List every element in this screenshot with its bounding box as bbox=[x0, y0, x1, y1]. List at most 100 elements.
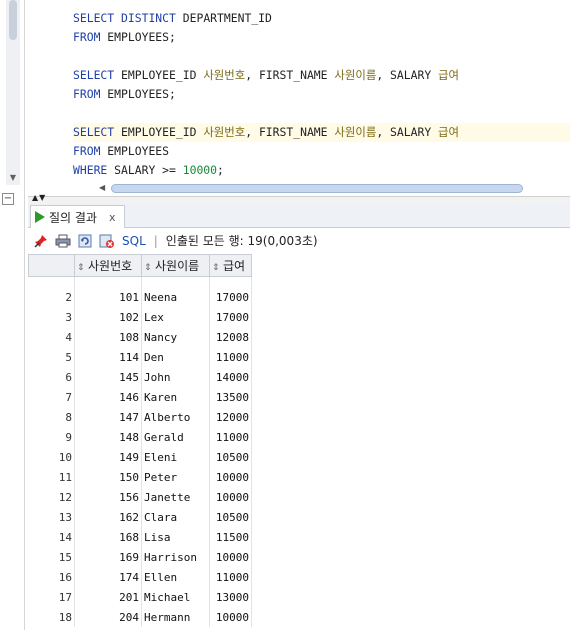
table-row[interactable]: 6 145 John 14000 bbox=[28, 367, 252, 387]
sql-code[interactable]: SELECT DISTINCT DEPARTMENT_ID FROM EMPLOY… bbox=[73, 9, 570, 180]
table-row[interactable]: 16 174 Ellen 11000 bbox=[28, 567, 252, 587]
refresh-icon[interactable] bbox=[76, 233, 94, 249]
cell-first-name[interactable]: Den bbox=[141, 347, 210, 367]
table-row[interactable]: 10 149 Eleni 10500 bbox=[28, 447, 252, 467]
splitter-arrows-icon[interactable]: ▲▼ bbox=[32, 193, 46, 202]
cell-employee-id[interactable]: 146 bbox=[74, 387, 142, 407]
code-line[interactable]: SELECT EMPLOYEE_ID 사원번호, FIRST_NAME 사원이름… bbox=[73, 66, 570, 85]
cell-first-name[interactable]: Harrison bbox=[141, 547, 210, 567]
panel-splitter[interactable]: ▲▼ bbox=[28, 193, 570, 203]
cell-first-name[interactable]: Clara bbox=[141, 507, 210, 527]
cell-salary[interactable]: 12000 bbox=[209, 407, 252, 427]
sql-link[interactable]: SQL bbox=[122, 234, 146, 248]
cell-salary[interactable]: 10000 bbox=[209, 467, 252, 487]
cell-salary[interactable]: 13500 bbox=[209, 387, 252, 407]
cell-employee-id[interactable]: 108 bbox=[74, 327, 142, 347]
code-line[interactable]: FROM EMPLOYEES; bbox=[73, 28, 570, 47]
code-line[interactable]: FROM EMPLOYEES bbox=[73, 142, 570, 161]
cell-employee-id[interactable]: 147 bbox=[74, 407, 142, 427]
cell-employee-id[interactable]: 145 bbox=[74, 367, 142, 387]
sql-editor[interactable]: SELECT DISTINCT DEPARTMENT_ID FROM EMPLOY… bbox=[28, 0, 570, 193]
pin-icon[interactable] bbox=[32, 233, 50, 249]
cell-employee-id[interactable]: 114 bbox=[74, 347, 142, 367]
column-header-salary[interactable]: ⇕ 급여 bbox=[209, 254, 252, 277]
cell-employee-id[interactable]: 201 bbox=[74, 587, 142, 607]
table-row[interactable]: 4 108 Nancy 12008 bbox=[28, 327, 252, 347]
cell-first-name[interactable]: John bbox=[141, 367, 210, 387]
table-row[interactable]: 8 147 Alberto 12000 bbox=[28, 407, 252, 427]
table-row[interactable]: 12 156 Janette 10000 bbox=[28, 487, 252, 507]
cell-first-name[interactable]: Nancy bbox=[141, 327, 210, 347]
table-row[interactable]: 5 114 Den 11000 bbox=[28, 347, 252, 367]
cell-employee-id[interactable]: 102 bbox=[74, 307, 142, 327]
scrollbar-thumb[interactable] bbox=[9, 0, 17, 40]
cell-salary[interactable]: 17000 bbox=[209, 307, 252, 327]
table-row[interactable]: 11 150 Peter 10000 bbox=[28, 467, 252, 487]
sort-icon[interactable]: ⇕ bbox=[77, 263, 86, 273]
cell-first-name[interactable]: Janette bbox=[141, 487, 210, 507]
cell-salary[interactable]: 10000 bbox=[209, 487, 252, 507]
code-line[interactable]: FROM EMPLOYEES; bbox=[73, 85, 570, 104]
table-row[interactable]: 17 201 Michael 13000 bbox=[28, 587, 252, 607]
cell-employee-id[interactable]: 148 bbox=[74, 427, 142, 447]
scroll-down-arrow-icon[interactable]: ▼ bbox=[8, 173, 18, 183]
cell-first-name[interactable]: Michael bbox=[141, 587, 210, 607]
table-row[interactable]: 14 168 Lisa 11500 bbox=[28, 527, 252, 547]
cell-salary[interactable]: 11500 bbox=[209, 527, 252, 547]
table-row[interactable]: 2 101 Neena 17000 bbox=[28, 287, 252, 307]
code-line[interactable] bbox=[73, 104, 570, 123]
cell-first-name[interactable]: Karen bbox=[141, 387, 210, 407]
cell-salary[interactable]: 10500 bbox=[209, 507, 252, 527]
cell-first-name[interactable]: Ellen bbox=[141, 567, 210, 587]
cell-first-name[interactable]: Lex bbox=[141, 307, 210, 327]
editor-horizontal-scrollbar[interactable]: ◀ bbox=[73, 183, 570, 193]
cell-employee-id[interactable]: 169 bbox=[74, 547, 142, 567]
column-header-employee-id[interactable]: ⇕ 사원번호 bbox=[74, 254, 142, 277]
tab-query-result[interactable]: 질의 결과 x bbox=[30, 205, 125, 228]
cell-salary[interactable]: 10000 bbox=[209, 547, 252, 567]
cell-salary[interactable]: 13000 bbox=[209, 587, 252, 607]
code-line[interactable] bbox=[73, 47, 570, 66]
cell-salary[interactable]: 11000 bbox=[209, 567, 252, 587]
cell-first-name[interactable]: Peter bbox=[141, 467, 210, 487]
scrollbar-thumb[interactable] bbox=[111, 184, 523, 193]
cell-employee-id[interactable]: 156 bbox=[74, 487, 142, 507]
cell-salary[interactable]: 14000 bbox=[209, 367, 252, 387]
cell-first-name[interactable]: Lisa bbox=[141, 527, 210, 547]
cell-first-name[interactable]: Hermann bbox=[141, 607, 210, 627]
cell-first-name[interactable]: Neena bbox=[141, 287, 210, 307]
collapse-icon[interactable]: − bbox=[2, 193, 14, 205]
column-header-first-name[interactable]: ⇕ 사원이름 bbox=[141, 254, 210, 277]
table-row[interactable]: 3 102 Lex 17000 bbox=[28, 307, 252, 327]
cell-employee-id[interactable]: 149 bbox=[74, 447, 142, 467]
cell-employee-id[interactable]: 162 bbox=[74, 507, 142, 527]
editor-vertical-scrollbar[interactable]: ▼ bbox=[6, 0, 20, 185]
cell-salary[interactable]: 17000 bbox=[209, 287, 252, 307]
cell-employee-id[interactable]: 168 bbox=[74, 527, 142, 547]
table-row[interactable]: 7 146 Karen 13500 bbox=[28, 387, 252, 407]
sort-icon[interactable]: ⇕ bbox=[212, 263, 221, 273]
table-row[interactable]: 9 148 Gerald 11000 bbox=[28, 427, 252, 447]
cell-first-name[interactable]: Eleni bbox=[141, 447, 210, 467]
cell-employee-id[interactable]: 204 bbox=[74, 607, 142, 627]
cell-salary[interactable]: 10000 bbox=[209, 607, 252, 627]
table-row[interactable]: 13 162 Clara 10500 bbox=[28, 507, 252, 527]
cell-salary[interactable]: 12008 bbox=[209, 327, 252, 347]
sort-icon[interactable]: ⇕ bbox=[144, 263, 153, 273]
code-line[interactable]: SELECT EMPLOYEE_ID 사원번호, FIRST_NAME 사원이름… bbox=[73, 123, 570, 142]
cell-salary[interactable]: 11000 bbox=[209, 427, 252, 447]
cell-employee-id[interactable]: 101 bbox=[74, 287, 142, 307]
cancel-query-icon[interactable] bbox=[98, 233, 116, 249]
scroll-left-arrow-icon[interactable]: ◀ bbox=[99, 183, 105, 192]
cell-first-name[interactable]: Alberto bbox=[141, 407, 210, 427]
cell-employee-id[interactable]: 150 bbox=[74, 467, 142, 487]
close-tab-icon[interactable]: x bbox=[109, 211, 116, 224]
code-line[interactable]: WHERE SALARY >= 10000; bbox=[73, 161, 570, 180]
results-grid[interactable]: ⇕ 사원번호 ⇕ 사원이름 ⇕ 급여 2 101 Neena 17000 3 102 Lex 170… bbox=[28, 254, 570, 630]
table-row[interactable]: 18 204 Hermann 10000 bbox=[28, 607, 252, 627]
table-row[interactable]: 15 169 Harrison 10000 bbox=[28, 547, 252, 567]
cell-first-name[interactable]: Gerald bbox=[141, 427, 210, 447]
print-icon[interactable] bbox=[54, 233, 72, 249]
cell-salary[interactable]: 11000 bbox=[209, 347, 252, 367]
code-line[interactable]: SELECT DISTINCT DEPARTMENT_ID bbox=[73, 9, 570, 28]
